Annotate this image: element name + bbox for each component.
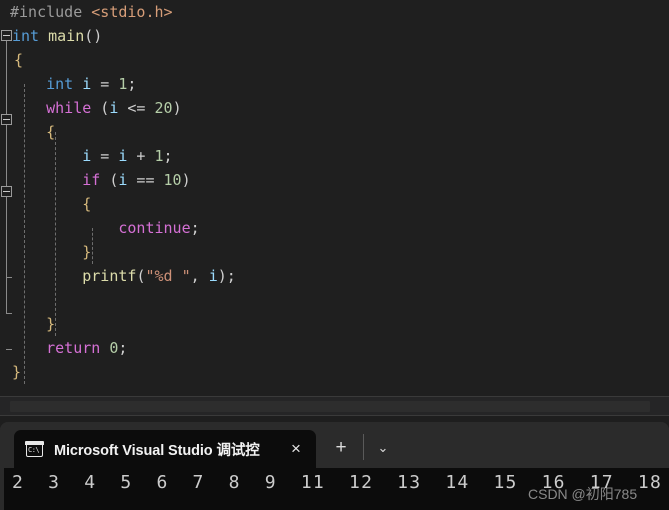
terminal-tab-active[interactable]: C:\ Microsoft Visual Studio 调试控 × xyxy=(14,430,316,468)
code-line-7: i = i + 1; xyxy=(82,147,173,165)
code-line-3: { xyxy=(14,51,24,69)
code-line-10: continue; xyxy=(118,219,200,237)
editor-horizontal-scrollbar[interactable] xyxy=(0,396,669,416)
terminal-tab-strip[interactable]: C:\ Microsoft Visual Studio 调试控 × + ⌄ xyxy=(0,422,669,468)
terminal-window[interactable]: C:\ Microsoft Visual Studio 调试控 × + ⌄ 2 … xyxy=(0,422,669,510)
terminal-output-text: 2 3 4 5 6 7 8 9 11 12 13 14 15 16 17 18 … xyxy=(12,472,662,493)
terminal-tab-title: Microsoft Visual Studio 调试控 xyxy=(54,442,260,459)
code-line-5: while (i <= 20) xyxy=(46,99,182,117)
code-line-12: printf("%d ", i); xyxy=(82,267,236,285)
close-icon[interactable]: × xyxy=(282,435,310,463)
code-line-1: #include <stdio.h> xyxy=(10,3,173,21)
new-tab-button[interactable]: + xyxy=(326,434,356,462)
terminal-left-edge xyxy=(0,468,4,510)
code-line-14: } xyxy=(46,315,56,333)
code-line-6: { xyxy=(46,123,56,141)
terminal-output-area[interactable]: 2 3 4 5 6 7 8 9 11 12 13 14 15 16 17 18 … xyxy=(0,468,669,510)
code-line-15: return 0; xyxy=(46,339,128,357)
code-content: #include <stdio.h> int main() { int i = … xyxy=(0,0,669,384)
code-line-8: if (i == 10) xyxy=(82,171,191,189)
console-cmd-icon: C:\ xyxy=(25,440,44,457)
code-editor[interactable]: #include <stdio.h> int main() { int i = … xyxy=(0,0,669,396)
code-line-9: { xyxy=(82,195,92,213)
code-line-2: int main() xyxy=(12,27,103,45)
code-line-11: } xyxy=(82,243,92,261)
tab-separator xyxy=(363,434,364,460)
code-line-16: } xyxy=(12,363,22,381)
code-line-4: int i = 1; xyxy=(46,75,137,93)
chevron-down-icon[interactable]: ⌄ xyxy=(368,434,398,462)
scrollbar-thumb[interactable] xyxy=(10,401,650,412)
